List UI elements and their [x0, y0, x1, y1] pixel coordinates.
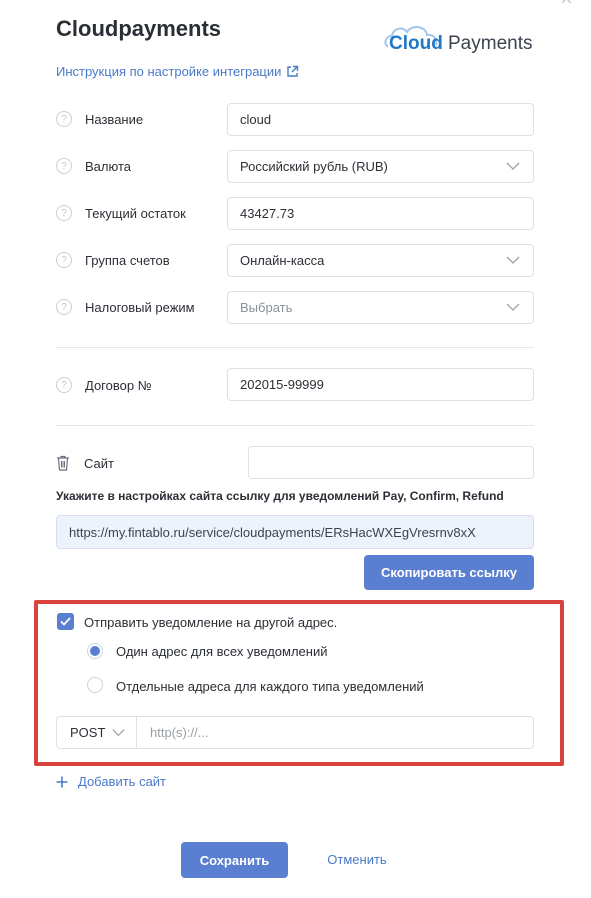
help-icon[interactable]: ? [56, 299, 72, 315]
chevron-down-icon [112, 729, 125, 737]
copy-link-button[interactable]: Скопировать ссылку [364, 555, 534, 590]
balance-row-label: ? Текущий остаток [56, 205, 186, 221]
add-site-button[interactable]: Добавить сайт [56, 774, 166, 789]
chevron-down-icon [506, 162, 520, 170]
forward-notification-label[interactable]: Отправить уведомление на другой адрес. [84, 615, 337, 630]
notification-url-field[interactable]: https://my.fintablo.ru/service/cloudpaym… [56, 515, 534, 549]
integration-guide-link[interactable]: Инструкция по настройке интеграции [56, 64, 299, 79]
notification-url-input[interactable]: http(s)://... [137, 716, 534, 749]
separate-addresses-label[interactable]: Отдельные адреса для каждого типа уведом… [116, 679, 424, 694]
help-icon[interactable]: ? [56, 158, 72, 174]
balance-input[interactable]: 43427.73 [227, 197, 534, 230]
trash-icon[interactable] [56, 455, 70, 471]
help-icon[interactable]: ? [56, 377, 72, 393]
external-link-icon [287, 65, 299, 77]
chevron-down-icon [506, 303, 520, 311]
cancel-button[interactable]: Отменить [314, 852, 400, 868]
contract-row-label: ? Договор № [56, 377, 152, 393]
site-row-label: Сайт [56, 455, 114, 471]
single-address-label[interactable]: Один адрес для всех уведомлений [116, 644, 327, 659]
checkmark-icon [60, 617, 71, 626]
radio-separate-addresses[interactable] [87, 677, 103, 693]
tax-mode-row-label: ? Налоговый режим [56, 299, 195, 315]
help-icon[interactable]: ? [56, 205, 72, 221]
help-icon[interactable]: ? [56, 111, 72, 127]
close-icon[interactable]: × [560, 0, 573, 12]
help-icon[interactable]: ? [56, 252, 72, 268]
plus-icon [56, 776, 68, 787]
cloudpayments-logo: Cloud Payments [384, 22, 544, 58]
name-input[interactable]: cloud [227, 103, 534, 136]
currency-select[interactable]: Российский рубль (RUB) [227, 150, 534, 183]
site-input[interactable] [248, 446, 534, 479]
guide-link-text: Инструкция по настройке интеграции [56, 64, 282, 79]
forward-notification-checkbox[interactable] [57, 613, 74, 630]
tax-mode-select[interactable]: Выбрать [227, 291, 534, 324]
notification-hint: Укажите в настройках сайта ссылку для ув… [56, 489, 504, 503]
radio-single-address[interactable] [87, 643, 103, 659]
page-title: Cloudpayments [56, 16, 222, 41]
divider [56, 425, 534, 426]
contract-input[interactable]: 202015-99999 [227, 368, 534, 401]
http-method-select[interactable]: POST [56, 716, 137, 749]
save-button[interactable]: Сохранить [181, 842, 288, 878]
currency-row-label: ? Валюта [56, 158, 131, 174]
name-row-label: ? Название [56, 111, 143, 127]
account-group-row-label: ? Группа счетов [56, 252, 170, 268]
chevron-down-icon [506, 256, 520, 264]
account-group-select[interactable]: Онлайн-касса [227, 244, 534, 277]
divider [56, 347, 534, 348]
